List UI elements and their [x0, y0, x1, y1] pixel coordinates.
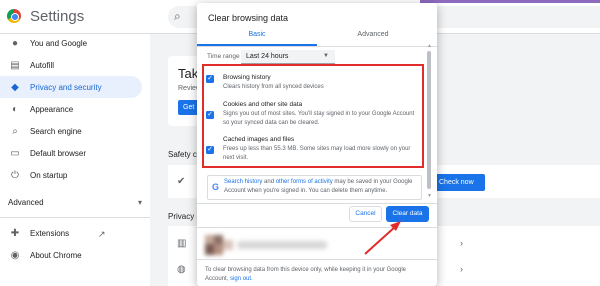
- scrollbar-thumb[interactable]: [427, 51, 431, 189]
- chevron-right-icon[interactable]: ›: [460, 264, 463, 274]
- external-link-icon: ↗: [98, 229, 106, 239]
- privacy-card-right: [437, 226, 600, 286]
- sidebar-item-label: Extensions: [30, 228, 70, 238]
- checkbox-cookies[interactable]: ✓: [206, 111, 214, 119]
- time-range-label: Time range: [207, 53, 240, 60]
- palette-icon: ◐: [11, 103, 19, 115]
- person-icon: ●: [11, 37, 19, 49]
- app-title: Settings: [30, 8, 85, 25]
- search-icon: ⌕: [12, 125, 18, 137]
- sidebar-item-label: Appearance: [30, 104, 74, 114]
- trash-icon: ▥: [177, 238, 187, 249]
- sidebar-item-default-browser[interactable]: ▭ Default browser: [0, 142, 150, 164]
- sidebar-item-label: On startup: [30, 170, 68, 180]
- power-icon: ⏻: [11, 169, 19, 181]
- option-title: Cached images and files: [223, 136, 295, 143]
- chrome-icon: ◉: [10, 249, 20, 261]
- sidebar-item-label: Privacy and security: [30, 82, 102, 92]
- shield-icon: ◆: [11, 81, 19, 93]
- footer-divider: [197, 203, 437, 204]
- option-title: Cookies and other site data: [223, 101, 303, 108]
- dialog-title: Clear browsing data: [208, 13, 289, 23]
- sidebar-item-you-and-google[interactable]: ● You and Google: [0, 32, 150, 54]
- search-input-right[interactable]: [437, 6, 600, 28]
- option-description: Frees up less than 55.3 MB. Some sites m…: [223, 146, 411, 161]
- sidebar-divider: [0, 217, 150, 218]
- sidebar-item-on-startup[interactable]: ⏻ On startup: [0, 164, 150, 186]
- advanced-label: Advanced: [8, 198, 44, 207]
- checkbox-browsing-history[interactable]: ✓: [206, 75, 214, 83]
- note-text: and: [262, 179, 276, 185]
- cookie-icon: ◍: [177, 264, 186, 275]
- tab-divider: [197, 46, 437, 47]
- chevron-right-icon[interactable]: ›: [460, 238, 463, 248]
- accent-strip: [420, 0, 600, 3]
- account-name-redacted: [237, 241, 327, 249]
- sidebar-item-label: You and Google: [30, 38, 88, 48]
- checkbox-cached-images[interactable]: ✓: [206, 146, 214, 154]
- account-divider: [197, 227, 437, 228]
- other-activity-link[interactable]: other forms of activity: [276, 179, 333, 185]
- footer-end: .: [251, 276, 253, 282]
- privacy-card: [168, 226, 200, 286]
- google-g-icon: G: [212, 182, 220, 192]
- chrome-logo-icon: [7, 9, 21, 23]
- sidebar-item-autofill[interactable]: ▤ Autofill: [0, 54, 150, 76]
- clipboard-icon: ▤: [10, 59, 20, 71]
- tab-advanced[interactable]: Advanced: [317, 30, 429, 47]
- clear-browsing-data-dialog: Clear browsing data Basic Advanced Time …: [197, 3, 437, 286]
- option-description: Clears history from all synced devices: [223, 84, 324, 90]
- google-account-note: G Search history and other forms of acti…: [207, 175, 422, 200]
- sidebar-item-privacy[interactable]: ◆ Privacy and security: [0, 76, 142, 98]
- sidebar-item-label: Default browser: [30, 148, 87, 158]
- sidebar-item-about[interactable]: ◉ About Chrome: [0, 244, 150, 266]
- footer-text: To clear browsing data from this device …: [205, 266, 430, 284]
- sign-out-link[interactable]: sign out: [230, 276, 251, 282]
- cancel-button[interactable]: Cancel: [349, 206, 382, 222]
- search-icon[interactable]: ⌕: [174, 9, 181, 24]
- sidebar-item-label: Search engine: [30, 126, 82, 136]
- sidebar-item-label: Autofill: [30, 60, 55, 70]
- search-history-link[interactable]: Search history: [224, 179, 262, 185]
- sidebar-item-appearance[interactable]: ◐ Appearance: [0, 98, 150, 120]
- scroll-up-icon[interactable]: ▲: [427, 43, 432, 49]
- google-note-text: Search history and other forms of activi…: [224, 178, 419, 196]
- avatar: [205, 235, 233, 255]
- sidebar-item-extensions[interactable]: ✚ Extensions: [0, 222, 150, 244]
- time-range-value: Last 24 hours: [246, 53, 289, 60]
- sidebar-advanced-toggle[interactable]: Advanced ▾: [8, 198, 142, 207]
- option-title: Browsing history: [223, 74, 271, 81]
- browser-icon: ▭: [10, 147, 20, 159]
- puzzle-icon: ✚: [10, 227, 20, 239]
- dropdown-caret-icon: ▼: [323, 53, 329, 59]
- shield-check-icon: ✔: [177, 176, 186, 187]
- time-range-select[interactable]: Last 24 hours ▼: [241, 50, 335, 64]
- footer-divider: [197, 259, 437, 260]
- chevron-down-icon: ▾: [138, 198, 143, 207]
- clear-data-button[interactable]: Clear data: [386, 206, 429, 222]
- option-description: Signs you out of most sites. You'll stay…: [223, 111, 415, 126]
- check-now-button[interactable]: Check now: [437, 174, 485, 191]
- scroll-down-icon[interactable]: ▼: [427, 193, 432, 199]
- sidebar-item-label: About Chrome: [30, 250, 82, 260]
- sidebar-item-search-engine[interactable]: ⌕ Search engine: [0, 120, 150, 142]
